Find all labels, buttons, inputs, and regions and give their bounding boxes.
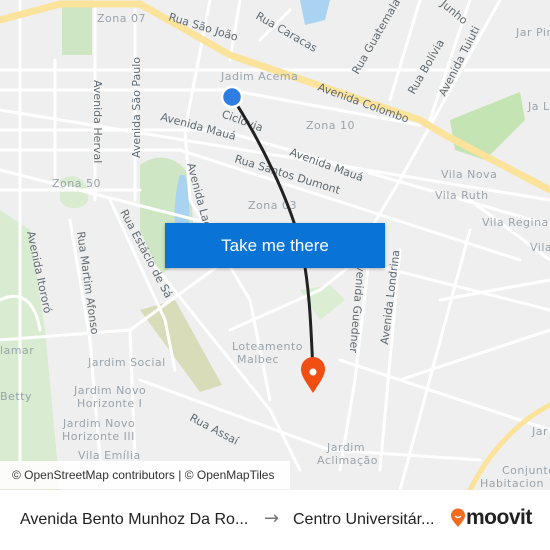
svg-text:Zona 07: Zona 07 xyxy=(97,12,146,25)
svg-text:Jardim Social: Jardim Social xyxy=(87,356,166,369)
svg-text:Junho: Junho xyxy=(437,0,470,27)
svg-text:Malbec: Malbec xyxy=(237,353,279,366)
map-attribution[interactable]: © OpenStreetMap contributors | © OpenMap… xyxy=(0,461,290,489)
map[interactable]: Zona 07 Rua São João Rua Caracas Rua Gua… xyxy=(0,0,550,490)
svg-text:Rua Martim Afonso: Rua Martim Afonso xyxy=(74,231,101,336)
svg-text:Jar Pinhe: Jar Pinhe xyxy=(515,26,550,39)
svg-text:Aclimação: Aclimação xyxy=(317,454,378,467)
svg-text:Jardim: Jardim xyxy=(326,441,365,454)
svg-text:Conjunto: Conjunto xyxy=(502,464,550,477)
svg-text:Rua Assaí: Rua Assaí xyxy=(188,411,242,448)
svg-text:Jadim Acema: Jadim Acema xyxy=(220,70,298,83)
svg-text:Zona 50: Zona 50 xyxy=(52,177,101,190)
svg-text:Horizonte III: Horizonte III xyxy=(62,430,135,443)
svg-text:Zona 10: Zona 10 xyxy=(306,119,355,132)
svg-text:lamar: lamar xyxy=(0,344,34,357)
moovit-pin-icon xyxy=(451,508,465,527)
arrow-right-icon: → xyxy=(264,508,280,529)
svg-text:Jardim Novo: Jardim Novo xyxy=(62,417,135,430)
moovit-logo[interactable]: moovit xyxy=(450,506,532,530)
svg-text:Jardim Novo: Jardim Novo xyxy=(73,384,146,397)
svg-text:Betty: Betty xyxy=(0,390,32,403)
svg-text:Rua Guatemala: Rua Guatemala xyxy=(349,0,403,76)
svg-text:Horizonte I: Horizonte I xyxy=(77,397,142,410)
svg-text:Avenida Guedner: Avenida Guedner xyxy=(347,258,368,354)
svg-text:Vila Ruth: Vila Ruth xyxy=(435,189,489,202)
svg-text:Avenida São Paulo: Avenida São Paulo xyxy=(130,57,143,158)
svg-text:Jar: Jar xyxy=(531,425,548,438)
destination-name: Centro Universitár... xyxy=(293,511,435,528)
svg-text:Avenida Herval: Avenida Herval xyxy=(91,80,104,163)
svg-text:Vila Nova: Vila Nova xyxy=(441,168,497,181)
footer: Avenida Bento Munhoz Da Ro... → Centro U… xyxy=(0,490,550,550)
origin-marker[interactable] xyxy=(220,85,244,109)
svg-text:Ja Libe: Ja Libe xyxy=(527,100,550,113)
destination-pin-icon[interactable] xyxy=(301,357,325,393)
svg-text:Vila Regina: Vila Regina xyxy=(482,216,549,229)
svg-text:Habitacion: Habitacion xyxy=(480,477,544,490)
svg-text:Vila: Vila xyxy=(530,241,550,254)
origin-name: Avenida Bento Munhoz Da Ro... xyxy=(20,511,249,528)
take-me-there-button[interactable]: Take me there xyxy=(165,223,385,268)
svg-text:Loteamento: Loteamento xyxy=(232,340,303,353)
moovit-wordmark: moovit xyxy=(466,506,532,529)
